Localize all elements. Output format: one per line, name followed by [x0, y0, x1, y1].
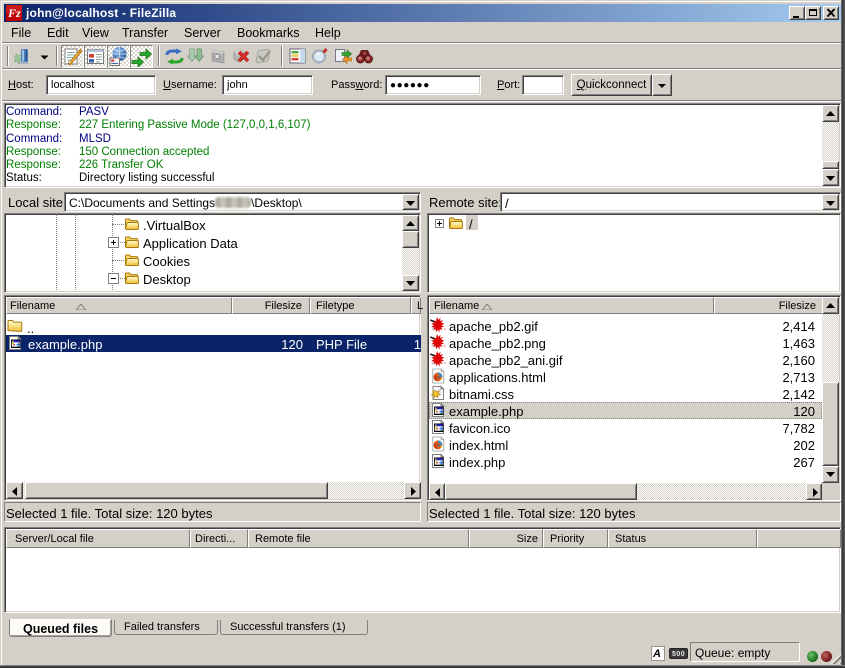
svg-text:Fz: Fz — [7, 6, 21, 20]
